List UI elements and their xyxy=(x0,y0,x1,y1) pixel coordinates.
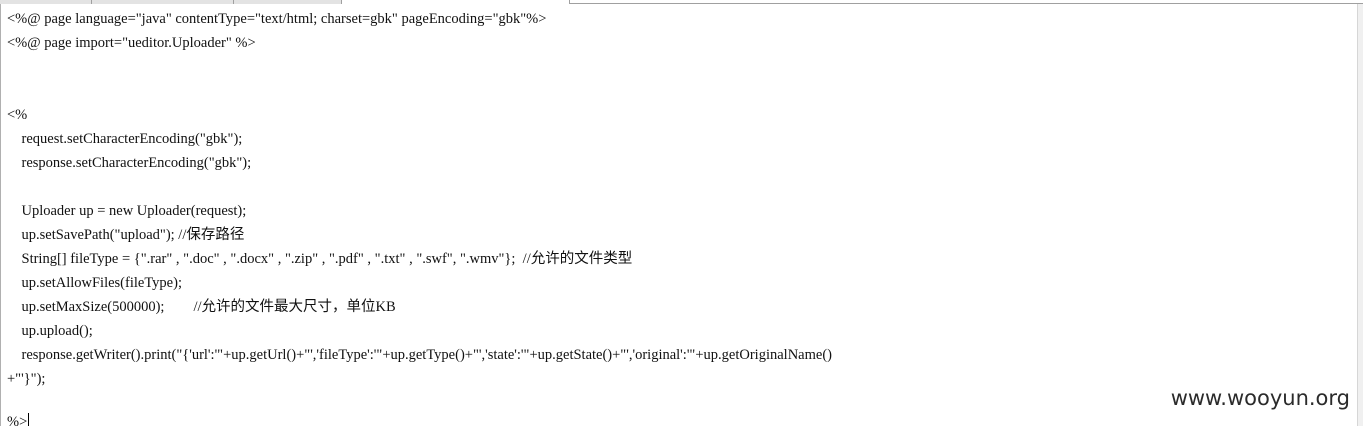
code-editor[interactable]: <%@ page language="java" contentType="te… xyxy=(0,4,1357,426)
code-line-10: up.setSavePath("upload"); //保存路径 xyxy=(7,227,245,243)
code-line-12: up.setAllowFiles(fileType); xyxy=(7,275,182,291)
code-line-2: <%@ page import="ueditor.Uploader" %> xyxy=(7,35,256,51)
code-line-11: String[] fileType = {".rar" , ".doc" , "… xyxy=(7,251,633,267)
code-line-7: response.setCharacterEncoding("gbk"); xyxy=(7,155,252,171)
code-line-5: <% xyxy=(7,107,28,123)
code-line-15: response.getWriter().print("{'url':'"+up… xyxy=(7,347,832,363)
code-line-16: +"'}"); xyxy=(7,371,46,387)
code-line-1: <%@ page language="java" contentType="te… xyxy=(7,11,547,27)
code-line-6: request.setCharacterEncoding("gbk"); xyxy=(7,131,243,147)
text-cursor xyxy=(28,413,30,426)
code-line-14: up.upload(); xyxy=(7,323,93,339)
watermark: www.wooyun.org xyxy=(1167,384,1353,412)
code-line-9: Uploader up = new Uploader(request); xyxy=(7,203,247,219)
code-line-18-text: %> xyxy=(7,414,28,426)
editor-window: <%@ page language="java" contentType="te… xyxy=(0,0,1363,426)
vertical-scrollbar[interactable] xyxy=(1357,4,1363,426)
code-line-13: up.setMaxSize(500000); //允许的文件最大尺寸，单位KB xyxy=(7,299,396,315)
code-line-18: %> xyxy=(7,410,30,426)
